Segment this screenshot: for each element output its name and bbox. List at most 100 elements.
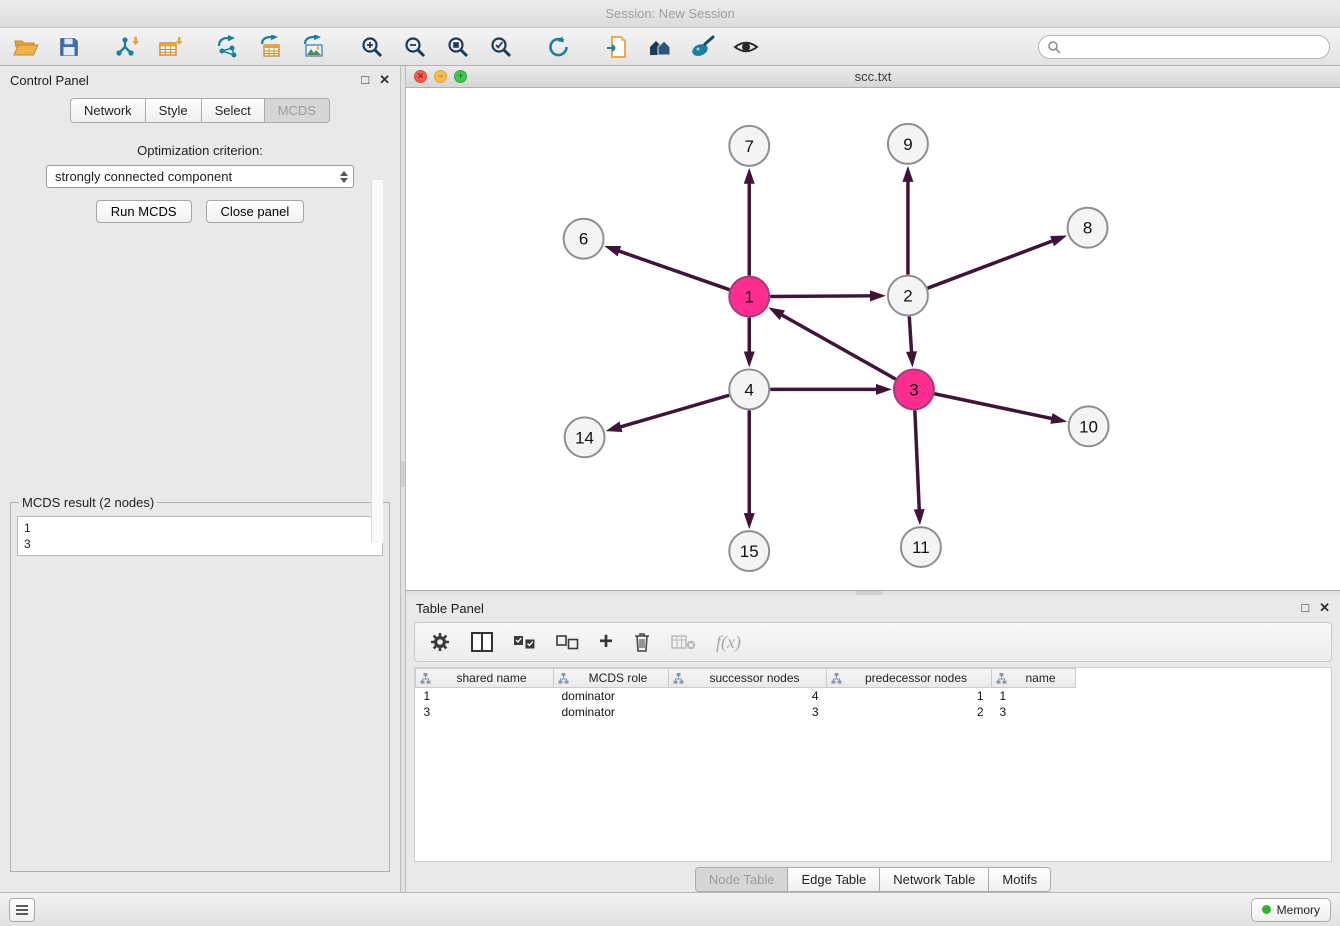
sort-column-icon (558, 673, 569, 684)
graph-node-2[interactable]: 2 (888, 276, 928, 316)
column-header-filler (1076, 669, 1333, 688)
column-header-name[interactable]: name (992, 669, 1076, 688)
zoom-fit-button[interactable] (442, 31, 474, 63)
network-window-minimize-button[interactable]: − (434, 70, 447, 83)
right-column: ✕ − + scc.txt 7968124314101511 Table Pan… (406, 66, 1340, 892)
show-hide-button[interactable] (730, 31, 762, 63)
graph-node-8[interactable]: 8 (1068, 208, 1108, 248)
graph-edge-3-11[interactable] (915, 410, 919, 511)
tab-mcds[interactable]: MCDS (265, 98, 330, 123)
graph-node-3[interactable]: 3 (894, 369, 934, 409)
table-settings-button[interactable] (429, 631, 451, 653)
table-cell[interactable]: 2 (827, 704, 992, 720)
table-panel-close-button[interactable]: ✕ (1319, 600, 1330, 616)
mcds-result-text[interactable]: 1 3 (17, 516, 383, 556)
tab-edge-table[interactable]: Edge Table (788, 867, 880, 892)
network-canvas[interactable]: 7 9 6 8 1 2 4 3 14 10 15 11 (406, 88, 1340, 590)
control-panel-close-button[interactable]: ✕ (379, 72, 390, 88)
edge-arrowhead-icon (768, 307, 785, 320)
graph-edge-1-6[interactable] (617, 251, 729, 290)
svg-text:6: 6 (579, 230, 588, 249)
tab-node-table[interactable]: Node Table (695, 867, 789, 892)
graph-edge-2-3[interactable] (909, 317, 911, 354)
close-panel-button[interactable]: Close panel (206, 200, 305, 223)
edge-arrowhead-icon (606, 421, 623, 432)
graph-edge-1-2[interactable] (770, 296, 872, 297)
edge-arrowhead-icon (1050, 235, 1067, 246)
export-image-button[interactable] (298, 31, 330, 63)
graph-node-4[interactable]: 4 (729, 369, 769, 409)
graph-edge-2-8[interactable] (928, 240, 1054, 288)
control-panel-float-button[interactable]: □ (361, 72, 369, 88)
open-session-button[interactable] (10, 31, 42, 63)
table-cell[interactable]: 1 (416, 688, 554, 704)
zoom-in-button[interactable] (356, 31, 388, 63)
tab-motifs[interactable]: Motifs (989, 867, 1051, 892)
table-cell[interactable]: 1 (992, 688, 1076, 704)
overview-button[interactable] (644, 31, 676, 63)
import-table-button[interactable] (154, 31, 186, 63)
zoom-fit-icon (446, 35, 470, 59)
gear-icon (429, 631, 451, 653)
graph-edge-3-1[interactable] (781, 314, 896, 379)
tab-network[interactable]: Network (70, 98, 146, 123)
show-columns-button[interactable] (471, 632, 493, 652)
window-titlebar: Session: New Session (0, 0, 1340, 28)
task-history-button[interactable] (9, 898, 35, 922)
column-header-predecessor-nodes[interactable]: predecessor nodes (827, 669, 992, 688)
column-header-successor-nodes[interactable]: successor nodes (669, 669, 827, 688)
graph-node-6[interactable]: 6 (564, 219, 604, 259)
memory-button[interactable]: Memory (1251, 898, 1331, 922)
column-header-mcds-role[interactable]: MCDS role (554, 669, 669, 688)
column-header-shared-name[interactable]: shared name (416, 669, 554, 688)
network-window-maximize-button[interactable]: + (454, 70, 467, 83)
table-cell[interactable]: 1 (827, 688, 992, 704)
divider-grip[interactable] (401, 461, 405, 487)
divider-grip[interactable] (856, 591, 882, 595)
horizontal-panel-divider[interactable] (406, 591, 1340, 595)
add-column-button[interactable]: + (599, 632, 613, 652)
eye-icon (732, 35, 760, 59)
tab-network-table[interactable]: Network Table (880, 867, 989, 892)
graph-edge-4-14[interactable] (619, 395, 729, 427)
table-panel-float-button[interactable]: □ (1301, 600, 1309, 616)
tab-style[interactable]: Style (146, 98, 202, 123)
tab-select[interactable]: Select (202, 98, 265, 123)
search-input[interactable] (1061, 40, 1321, 54)
graph-node-14[interactable]: 14 (565, 417, 605, 457)
export-table-button[interactable] (255, 31, 287, 63)
search-box[interactable] (1038, 35, 1330, 59)
criterion-select[interactable]: strongly connected component (46, 165, 354, 188)
table-cell[interactable]: dominator (554, 688, 669, 704)
graph-node-1[interactable]: 1 (729, 277, 769, 317)
import-network-button[interactable] (111, 31, 143, 63)
edge-arrowhead-icon (914, 509, 925, 525)
deselect-all-button[interactable] (556, 635, 579, 650)
zoom-selected-button[interactable] (485, 31, 517, 63)
graph-node-10[interactable]: 10 (1069, 406, 1109, 446)
graph-node-9[interactable]: 9 (888, 124, 928, 164)
network-window-title: scc.txt (406, 69, 1340, 84)
table-row[interactable]: 1dominator411 (416, 688, 1333, 704)
graph-node-11[interactable]: 11 (901, 527, 941, 567)
select-all-button[interactable] (513, 635, 536, 650)
graph-edge-3-10[interactable] (934, 394, 1053, 419)
clone-network-button[interactable] (601, 31, 633, 63)
zoom-out-button[interactable] (399, 31, 431, 63)
result-scrollbar[interactable] (371, 180, 383, 543)
graph-node-15[interactable]: 15 (729, 531, 769, 571)
network-window-close-button[interactable]: ✕ (414, 70, 427, 83)
table-row[interactable]: 3dominator323 (416, 704, 1333, 720)
table-cell[interactable]: 4 (669, 688, 827, 704)
table-cell[interactable]: dominator (554, 704, 669, 720)
refresh-button[interactable] (543, 31, 575, 63)
export-network-button[interactable] (212, 31, 244, 63)
graph-node-7[interactable]: 7 (729, 126, 769, 166)
run-mcds-button[interactable]: Run MCDS (96, 200, 192, 223)
table-cell[interactable]: 3 (992, 704, 1076, 720)
apply-style-button[interactable] (687, 31, 719, 63)
table-cell[interactable]: 3 (416, 704, 554, 720)
delete-column-button[interactable] (633, 631, 651, 653)
table-cell[interactable]: 3 (669, 704, 827, 720)
save-session-button[interactable] (53, 31, 85, 63)
